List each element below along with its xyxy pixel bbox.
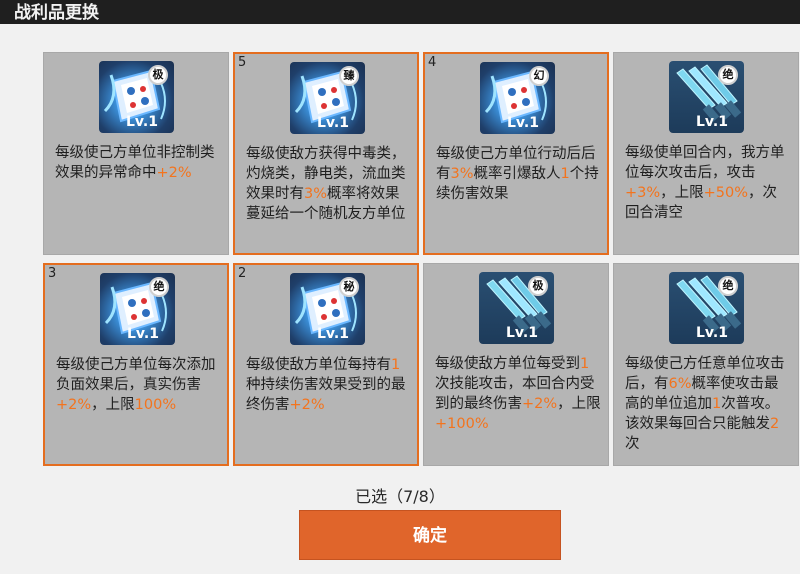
card-description: 每级使己方任意单位攻击后，有6%概率使攻击最高的单位追加1次普攻。该效果每回合只… [625,354,791,454]
description-text: 次 [625,436,640,452]
rarity-badge: 绝 [149,277,169,297]
loot-card[interactable]: 绝 Lv.1 每级使己方任意单位攻击后，有6%概率使攻击最高的单位追加1次普攻。该效… [613,263,799,466]
card-description: 每级使敌方获得中毒类，灼烧类，静电类，流血类效果时有3%概率将效果蔓延给一个随机… [246,144,412,224]
level-label: Lv.1 [127,326,159,342]
card-artifact-icon: 臻 Lv.1 [290,62,365,134]
highlight-value: 100% [134,397,177,413]
selection-order-number: 4 [428,55,437,70]
loot-card[interactable]: 5 臻 Lv.1 每级使敌方获得中毒类，灼烧类，静电类，流血类效果时有3%概率将效果… [233,52,419,255]
loot-card[interactable]: 极 Lv.1 每级使敌方单位每受到1次技能攻击，本回合内受到的最终伤害+2%，上限+… [423,263,609,466]
card-artifact-icon: 极 Lv.1 [99,61,174,133]
description-text: 每级使己方单位每次添加负面效果后，真实伤害 [56,357,216,393]
description-text: 每级使敌方单位每持有 [246,357,391,373]
card-artifact-icon: 绝 Lv.1 [100,273,175,345]
highlight-value: 2 [770,416,780,432]
loot-card[interactable]: 3 绝 Lv.1 每级使己方单位每次添加负面效果后，真实伤害 +2%，上限100% [43,263,229,466]
description-text: ，上限 [91,397,135,413]
level-label: Lv.1 [317,326,349,342]
description-text: 每级使单回合内，我方单位每次攻击后，攻击 [625,145,785,181]
card-description: 每级使己方单位行动后后有3%概率引爆敌人1个持续伤害效果 [436,144,602,204]
card-artifact-icon: 秘 Lv.1 [290,273,365,345]
description-text: ，上限 [660,185,704,201]
level-label: Lv.1 [696,325,728,341]
level-label: Lv.1 [696,114,728,130]
level-label: Lv.1 [126,114,158,130]
loot-card[interactable]: 绝 Lv.1 每级使单回合内，我方单位每次攻击后，攻击+3%，上限+50%，次回合清… [613,52,799,255]
rarity-badge: 极 [148,65,168,85]
highlight-value: +2% [289,397,325,413]
highlight-value: 1 [391,357,401,373]
confirm-button[interactable]: 确定 [299,510,561,560]
highlight-value: +100% [435,416,489,432]
highlight-value: 1 [560,166,570,182]
highlight-value: 6% [668,376,692,392]
loot-card[interactable]: 4 幻 Lv.1 每级使己方单位行动后后有3%概率引爆敌人1个持续伤害效果 [423,52,609,255]
highlight-value: +2% [522,396,558,412]
sword-artifact-icon: 绝 Lv.1 [669,61,744,133]
top-bar: 战利品更换 [0,0,800,24]
highlight-value: +2% [156,165,192,181]
level-label: Lv.1 [317,115,349,131]
level-label: Lv.1 [506,325,538,341]
card-description: 每级使己方单位非控制类效果的异常命中+2% [55,143,221,183]
rarity-badge: 极 [528,276,548,296]
card-artifact-icon: 幻 Lv.1 [480,62,555,134]
highlight-value: +2% [56,397,92,413]
card-description: 每级使单回合内，我方单位每次攻击后，攻击+3%，上限+50%，次回合清空 [625,143,791,223]
level-label: Lv.1 [507,115,539,131]
highlight-value: 1 [712,396,722,412]
card-description: 每级使己方单位每次添加负面效果后，真实伤害 +2%，上限100% [56,355,222,415]
rarity-badge: 臻 [339,66,359,86]
description-text: 每级使敌方单位每受到 [435,356,580,372]
highlight-value: +3% [625,185,661,201]
rarity-badge: 幻 [529,66,549,86]
card-description: 每级使敌方单位每持有1 种持续伤害效果受到的最终伤害+2% [246,355,412,415]
selection-order-number: 2 [238,266,247,281]
highlight-value: +50% [703,185,749,201]
loot-card[interactable]: 2 秘 Lv.1 每级使敌方单位每持有1 种持续伤害效果受到的最终伤害+2% [233,263,419,466]
selection-order-number: 3 [48,266,57,281]
description-text: ，上限 [557,396,601,412]
selected-count: 已选（7/8） [355,487,445,506]
sword-artifact-icon: 极 Lv.1 [479,272,554,344]
highlight-value: 3% [450,166,474,182]
description-text: 概率引爆敌人 [473,166,561,182]
selection-order-number: 5 [238,55,247,70]
card-description: 每级使敌方单位每受到1次技能攻击，本回合内受到的最终伤害+2%，上限+100% [435,354,601,434]
description-text: 种持续伤害效果受到的最终伤害 [246,377,406,413]
rarity-badge: 绝 [718,276,738,296]
rarity-badge: 绝 [718,65,738,85]
rarity-badge: 秘 [339,277,359,297]
loot-card[interactable]: 极 Lv.1 每级使己方单位非控制类效果的异常命中+2% [43,52,229,255]
highlight-value: 1 [580,356,590,372]
highlight-value: 3% [304,186,328,202]
sword-artifact-icon: 绝 Lv.1 [669,272,744,344]
page-title: 战利品更换 [14,3,99,23]
